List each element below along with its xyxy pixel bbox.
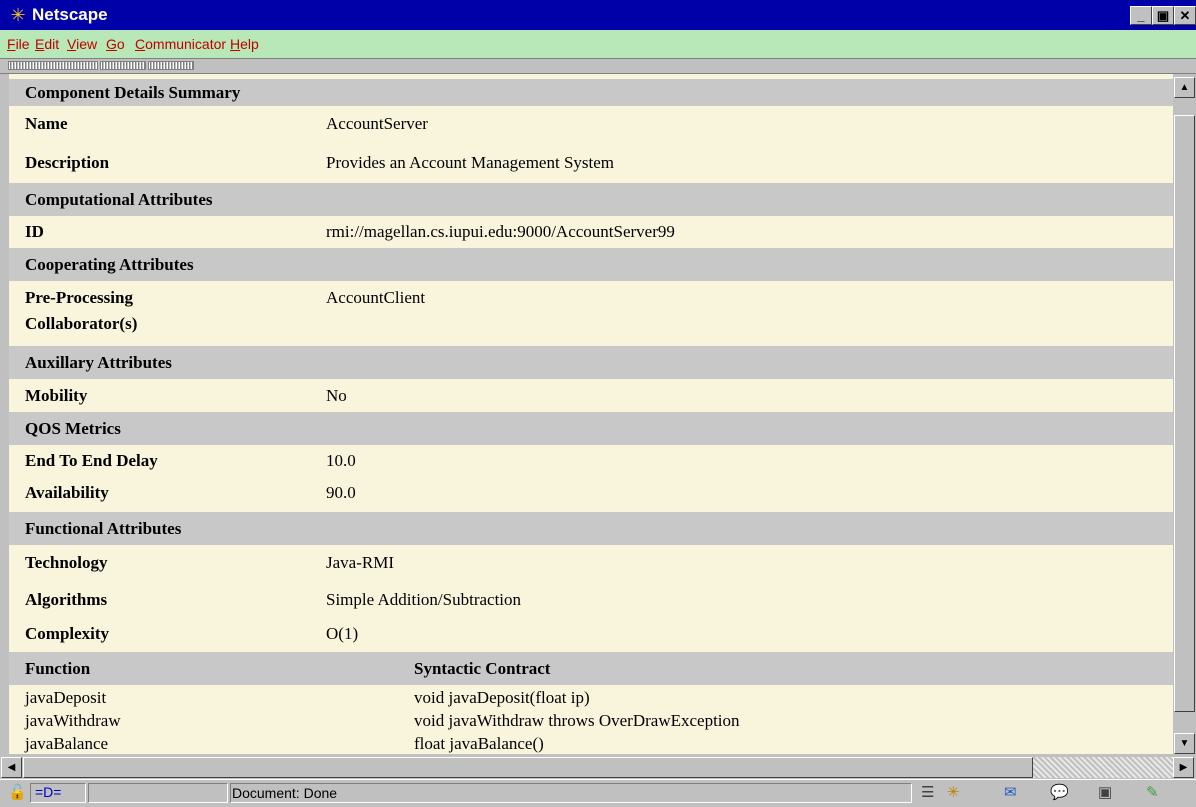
column-header-function: Function bbox=[25, 659, 91, 678]
scroll-left-button[interactable]: ◀ bbox=[1, 757, 22, 778]
field-value: AccountClient bbox=[326, 288, 426, 307]
detail-row-complexity: Complexity O(1) bbox=[9, 618, 1173, 652]
field-label: Name bbox=[25, 114, 68, 133]
maximize-button[interactable]: ▣ bbox=[1152, 6, 1174, 25]
detail-row-technology: Technology Java-RMI bbox=[9, 545, 1173, 582]
section-header-functional: Functional Attributes bbox=[9, 512, 1173, 545]
field-value: Java-RMI bbox=[326, 553, 394, 572]
function-table-header: Function Syntactic Contract bbox=[9, 652, 1173, 685]
section-title: Functional Attributes bbox=[25, 519, 182, 538]
detail-row-description: Description Provides an Account Manageme… bbox=[9, 143, 1173, 183]
status-bar: 🔓 =D= Document: Done ☰ ✳ ✉ 💬 ▣ ✎ bbox=[0, 779, 1196, 807]
field-label: Mobility bbox=[25, 386, 88, 405]
field-value: Provides an Account Management System bbox=[326, 153, 615, 172]
section-title: QOS Metrics bbox=[25, 419, 121, 438]
vertical-scrollbar[interactable]: ▲ ▼ bbox=[1173, 74, 1196, 756]
page-icon[interactable]: ☰ bbox=[921, 784, 934, 802]
field-value: rmi://magellan.cs.iupui.edu:9000/Account… bbox=[326, 222, 675, 241]
field-value: 10.0 bbox=[326, 451, 356, 470]
scroll-up-button[interactable]: ▲ bbox=[1174, 77, 1195, 98]
security-lock-icon[interactable]: 🔓 bbox=[8, 784, 27, 802]
composer-icon[interactable]: ▣ bbox=[1098, 784, 1112, 802]
section-title: Cooperating Attributes bbox=[25, 255, 194, 274]
field-label: Technology bbox=[25, 553, 108, 572]
detail-row-delay: End To End Delay 10.0 bbox=[9, 445, 1173, 477]
close-button[interactable]: ✕ bbox=[1174, 6, 1196, 25]
menu-help[interactable]: Help bbox=[230, 36, 259, 52]
page-content: Component Details Summary Name AccountSe… bbox=[9, 74, 1173, 754]
personal-toolbar-tab[interactable] bbox=[148, 61, 194, 70]
section-header-qos: QOS Metrics bbox=[9, 412, 1173, 445]
field-label: ID bbox=[25, 222, 44, 241]
menu-file[interactable]: File bbox=[7, 36, 30, 52]
field-value: O(1) bbox=[326, 624, 359, 643]
section-title: Auxillary Attributes bbox=[25, 353, 172, 372]
section-header-summary: Component Details Summary bbox=[9, 79, 1173, 106]
function-row: javaDeposit void javaDeposit(float ip) bbox=[9, 688, 1173, 709]
field-label: End To End Delay bbox=[25, 451, 158, 470]
status-text: Document: Done bbox=[232, 785, 338, 801]
section-header-computational: Computational Attributes bbox=[9, 183, 1173, 216]
navigation-toolbar-tab[interactable] bbox=[8, 61, 98, 70]
discussions-icon[interactable]: 💬 bbox=[1050, 784, 1069, 802]
menu-communicator[interactable]: Communicator bbox=[135, 36, 226, 52]
detail-row-name: Name AccountServer bbox=[9, 106, 1173, 143]
field-label-continued: Collaborator(s) bbox=[25, 314, 138, 333]
field-label: Algorithms bbox=[25, 590, 108, 609]
minimize-button[interactable]: _ bbox=[1130, 6, 1152, 25]
column-header-contract: Syntactic Contract bbox=[414, 659, 551, 678]
function-contract: void javaDeposit(float ip) bbox=[414, 688, 590, 707]
field-value: No bbox=[326, 386, 347, 405]
horizontal-scroll-track[interactable] bbox=[1033, 757, 1173, 778]
field-value: AccountServer bbox=[326, 114, 428, 133]
navigator-icon[interactable]: ✳ bbox=[947, 784, 960, 802]
function-contract: float javaBalance() bbox=[414, 734, 544, 753]
function-name: javaWithdraw bbox=[25, 711, 121, 730]
function-row: javaWithdraw void javaWithdraw throws Ov… bbox=[9, 711, 1173, 732]
function-name: javaDeposit bbox=[25, 688, 107, 707]
function-row: javaBalance float javaBalance() bbox=[9, 734, 1173, 754]
detail-row-mobility: Mobility No bbox=[9, 379, 1173, 412]
section-title: Computational Attributes bbox=[25, 190, 213, 209]
menu-go[interactable]: Go bbox=[106, 36, 125, 52]
progress-bar bbox=[88, 783, 228, 803]
connection-indicator: =D= bbox=[30, 783, 86, 803]
field-value: 90.0 bbox=[326, 483, 356, 502]
horizontal-scrollbar[interactable]: ◀ ▶ bbox=[0, 756, 1196, 779]
title-bar: ✳ Netscape _ ▣ ✕ bbox=[0, 0, 1196, 30]
detail-row-algorithms: Algorithms Simple Addition/Subtraction bbox=[9, 582, 1173, 618]
plug-icon: =D= bbox=[35, 784, 62, 800]
mail-icon[interactable]: ✉ bbox=[1004, 784, 1017, 802]
section-title: Component Details Summary bbox=[25, 83, 241, 102]
section-header-auxillary: Auxillary Attributes bbox=[9, 346, 1173, 379]
menu-view[interactable]: View bbox=[67, 36, 97, 52]
field-label: Description bbox=[25, 153, 110, 172]
detail-row-id: ID rmi://magellan.cs.iupui.edu:9000/Acco… bbox=[9, 216, 1173, 248]
function-name: javaBalance bbox=[25, 734, 109, 753]
section-header-cooperating: Cooperating Attributes bbox=[9, 248, 1173, 281]
field-label: Availability bbox=[25, 483, 109, 502]
function-contract: void javaWithdraw throws OverDrawExcepti… bbox=[414, 711, 740, 730]
scroll-down-button[interactable]: ▼ bbox=[1174, 733, 1195, 754]
detail-row-availability: Availability 90.0 bbox=[9, 477, 1173, 512]
detail-row-preprocessing: Pre-Processing Collaborator(s) AccountCl… bbox=[9, 281, 1173, 346]
pen-icon[interactable]: ✎ bbox=[1146, 784, 1159, 802]
location-toolbar-tab[interactable] bbox=[100, 61, 146, 70]
field-label: Pre-Processing bbox=[25, 288, 133, 307]
netscape-icon: ✳ bbox=[10, 5, 26, 25]
collapsed-toolbars bbox=[0, 59, 1196, 74]
scroll-right-button[interactable]: ▶ bbox=[1173, 757, 1194, 778]
menu-bar: File Edit View Go Communicator Help bbox=[0, 30, 1196, 59]
field-label: Complexity bbox=[25, 624, 110, 643]
horizontal-scroll-thumb[interactable] bbox=[23, 757, 1033, 778]
vertical-scroll-thumb[interactable] bbox=[1174, 115, 1195, 712]
field-value: Simple Addition/Subtraction bbox=[326, 590, 522, 609]
menu-edit[interactable]: Edit bbox=[35, 36, 59, 52]
window-title: Netscape bbox=[32, 5, 108, 24]
